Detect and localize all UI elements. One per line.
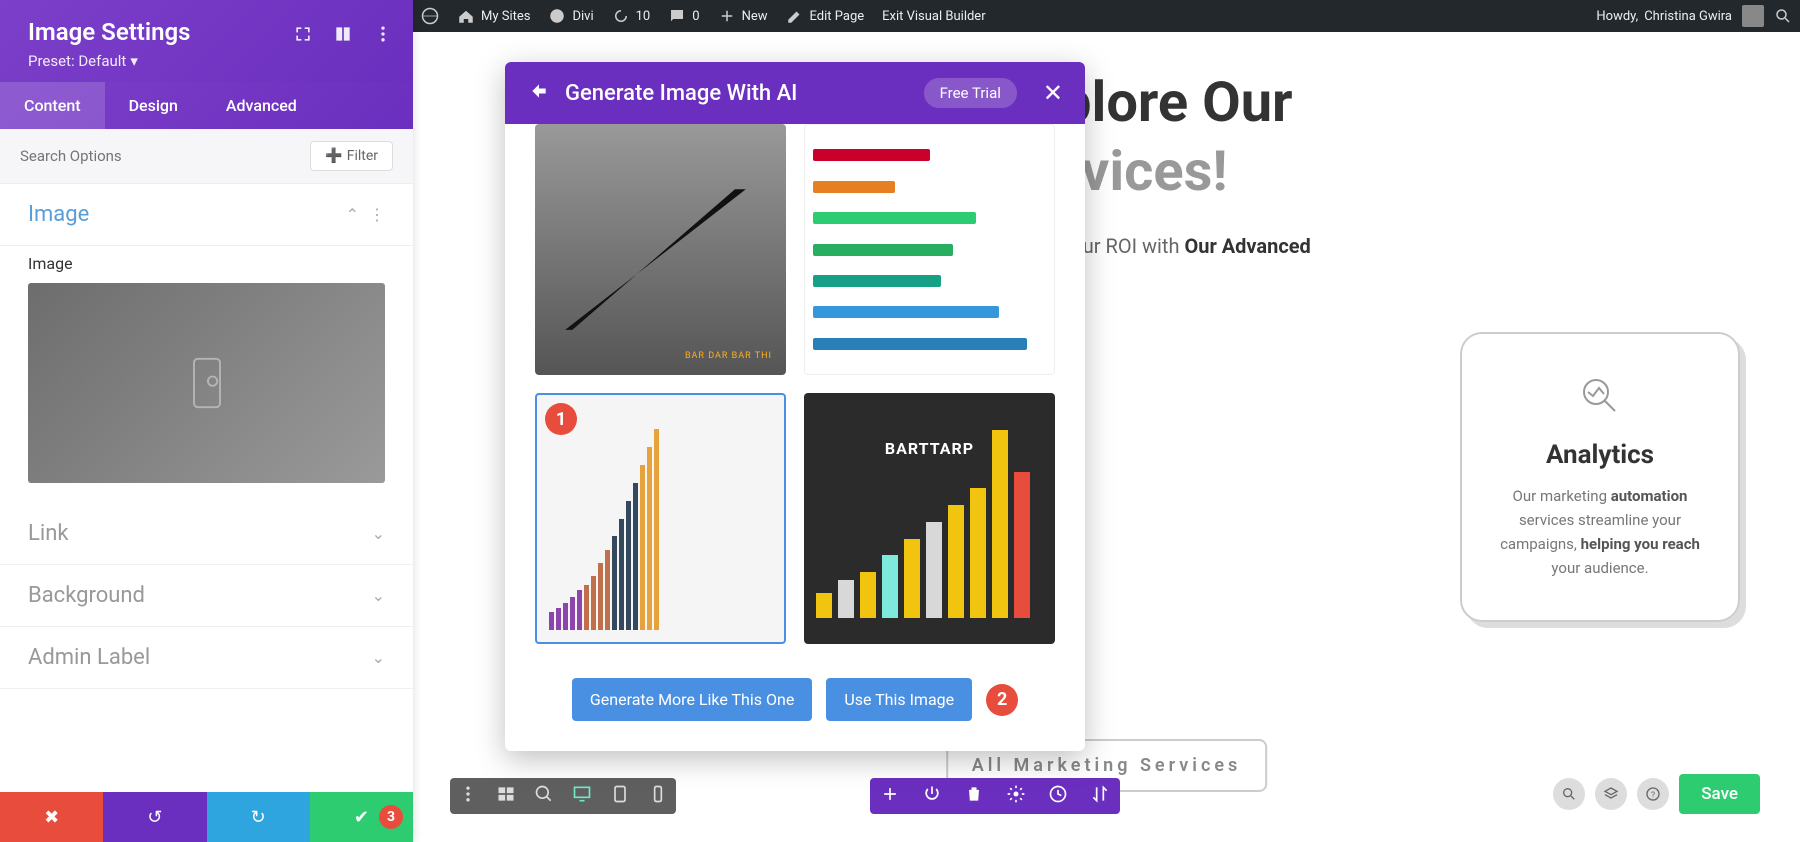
generate-more-button[interactable]: Generate More Like This One (572, 678, 812, 721)
use-image-button[interactable]: Use This Image (826, 678, 972, 721)
edit-page-label: Edit Page (810, 9, 865, 24)
preset-selector[interactable]: Preset: Default ▾ (28, 52, 385, 70)
close-icon[interactable]: ✕ (1043, 79, 1063, 107)
ai-modal-title: Generate Image With AI (565, 81, 910, 106)
image-label: Image (0, 246, 413, 283)
apply-badge: 3 (379, 805, 403, 829)
ai-image-option-1[interactable]: BAR DAR BAR THI (535, 124, 786, 375)
hero-heading-b: rvices! (1060, 138, 1760, 204)
tab-content[interactable]: Content (0, 82, 105, 129)
comments-count: 0 (692, 9, 699, 24)
image-preview[interactable] (28, 283, 385, 483)
step-badge-2: 2 (986, 684, 1018, 716)
trash-icon[interactable] (964, 784, 984, 808)
search-input[interactable] (20, 147, 310, 165)
tab-advanced[interactable]: Advanced (202, 82, 321, 129)
section-background[interactable]: Background ⌄ (0, 565, 413, 627)
my-sites-link[interactable]: My Sites (457, 7, 530, 25)
gear-icon[interactable] (1006, 784, 1026, 808)
kebab-icon[interactable] (458, 784, 478, 808)
divi-link[interactable]: Divi (548, 7, 593, 25)
save-button[interactable]: Save (1679, 774, 1760, 814)
search-icon[interactable] (1553, 778, 1585, 810)
analytics-icon (1490, 374, 1710, 422)
plus-icon[interactable] (880, 784, 900, 808)
comments-link[interactable]: 0 (668, 7, 699, 25)
section-admin-label[interactable]: Admin Label ⌄ (0, 627, 413, 689)
updates-link[interactable]: 10 (612, 7, 651, 25)
undo-button[interactable]: ↺ (103, 792, 206, 842)
kebab-icon[interactable]: ⋮ (369, 205, 385, 224)
chevron-down-icon: ⌄ (372, 524, 385, 543)
edit-page-link[interactable]: Edit Page (786, 7, 865, 25)
selection-badge: 1 (545, 403, 577, 435)
expand-icon[interactable] (293, 24, 313, 48)
help-icon[interactable]: ? (1637, 778, 1669, 810)
filter-button[interactable]: ➕ Filter (310, 141, 393, 171)
back-icon[interactable] (527, 81, 551, 105)
tab-design[interactable]: Design (105, 82, 202, 129)
view-toolbar (450, 778, 676, 814)
phone-icon[interactable] (648, 784, 668, 808)
phone-icon (187, 357, 227, 409)
new-label: New (742, 9, 768, 24)
avatar[interactable] (1742, 5, 1764, 27)
section-image[interactable]: Image ⌃ ⋮ (0, 184, 413, 246)
section-image-title: Image (28, 202, 89, 227)
analytics-card: Analytics Our marketing automation servi… (1460, 332, 1740, 622)
ai-modal-actions: Generate More Like This One Use This Ima… (505, 654, 1085, 751)
zoom-icon[interactable] (534, 784, 554, 808)
history-icon[interactable] (1048, 784, 1068, 808)
wireframe-icon[interactable] (496, 784, 516, 808)
ai-image-option-2[interactable] (804, 124, 1055, 375)
search-row: ➕ Filter (0, 129, 413, 184)
panel-footer: ✖ ↺ ↻ ✔3 (0, 792, 413, 842)
section-link[interactable]: Link ⌄ (0, 503, 413, 565)
layers-icon[interactable] (1595, 778, 1627, 810)
wp-logo-icon[interactable] (421, 7, 439, 25)
chevron-down-icon: ⌄ (372, 648, 385, 667)
apply-button[interactable]: ✔3 (310, 792, 413, 842)
cancel-button[interactable]: ✖ (0, 792, 103, 842)
power-icon[interactable] (922, 784, 942, 808)
ai-image-modal: Generate Image With AI Free Trial ✕ BAR … (505, 62, 1085, 751)
kebab-icon[interactable] (373, 24, 393, 48)
my-sites-label: My Sites (481, 9, 530, 24)
tablet-icon[interactable] (610, 784, 630, 808)
module-toolbar (870, 778, 1120, 814)
redo-button[interactable]: ↻ (207, 792, 310, 842)
exit-vb-link[interactable]: Exit Visual Builder (882, 9, 985, 24)
columns-icon[interactable] (333, 24, 353, 48)
chevron-down-icon: ⌄ (372, 586, 385, 605)
hero-tagline: Your ROI with Our Advanced (1060, 234, 1760, 258)
search-icon[interactable] (1774, 7, 1792, 25)
divi-label: Divi (572, 9, 593, 24)
svg-text:?: ? (1651, 790, 1655, 800)
ai-modal-header: Generate Image With AI Free Trial ✕ (505, 62, 1085, 124)
updates-count: 10 (636, 9, 651, 24)
free-trial-button[interactable]: Free Trial (924, 78, 1017, 108)
sort-icon[interactable] (1090, 784, 1110, 808)
panel-header: Image Settings Preset: Default ▾ (0, 0, 413, 82)
exit-vb-label: Exit Visual Builder (882, 9, 985, 24)
howdy-user[interactable]: Howdy, Christina Gwira (1596, 9, 1732, 24)
wp-admin-bar: My Sites Divi 10 0 New Edit Page Exit Vi… (413, 0, 1800, 32)
new-link[interactable]: New (718, 7, 768, 25)
ai-image-option-4[interactable]: BARTTARP (804, 393, 1055, 644)
hero-heading-a: plore Our (1060, 72, 1760, 134)
card-body: Our marketing automation services stream… (1490, 484, 1710, 580)
desktop-icon[interactable] (572, 784, 592, 808)
panel-tabs: Content Design Advanced (0, 82, 413, 129)
ai-image-grid: BAR DAR BAR THI 1 BARTTARP (505, 124, 1085, 654)
settings-panel: Image Settings Preset: Default ▾ Content… (0, 0, 413, 842)
chevron-up-icon: ⌃ (346, 205, 359, 224)
ai-image-option-3[interactable]: 1 (535, 393, 786, 644)
save-toolbar: ? Save (1553, 774, 1760, 814)
card-title: Analytics (1490, 440, 1710, 470)
